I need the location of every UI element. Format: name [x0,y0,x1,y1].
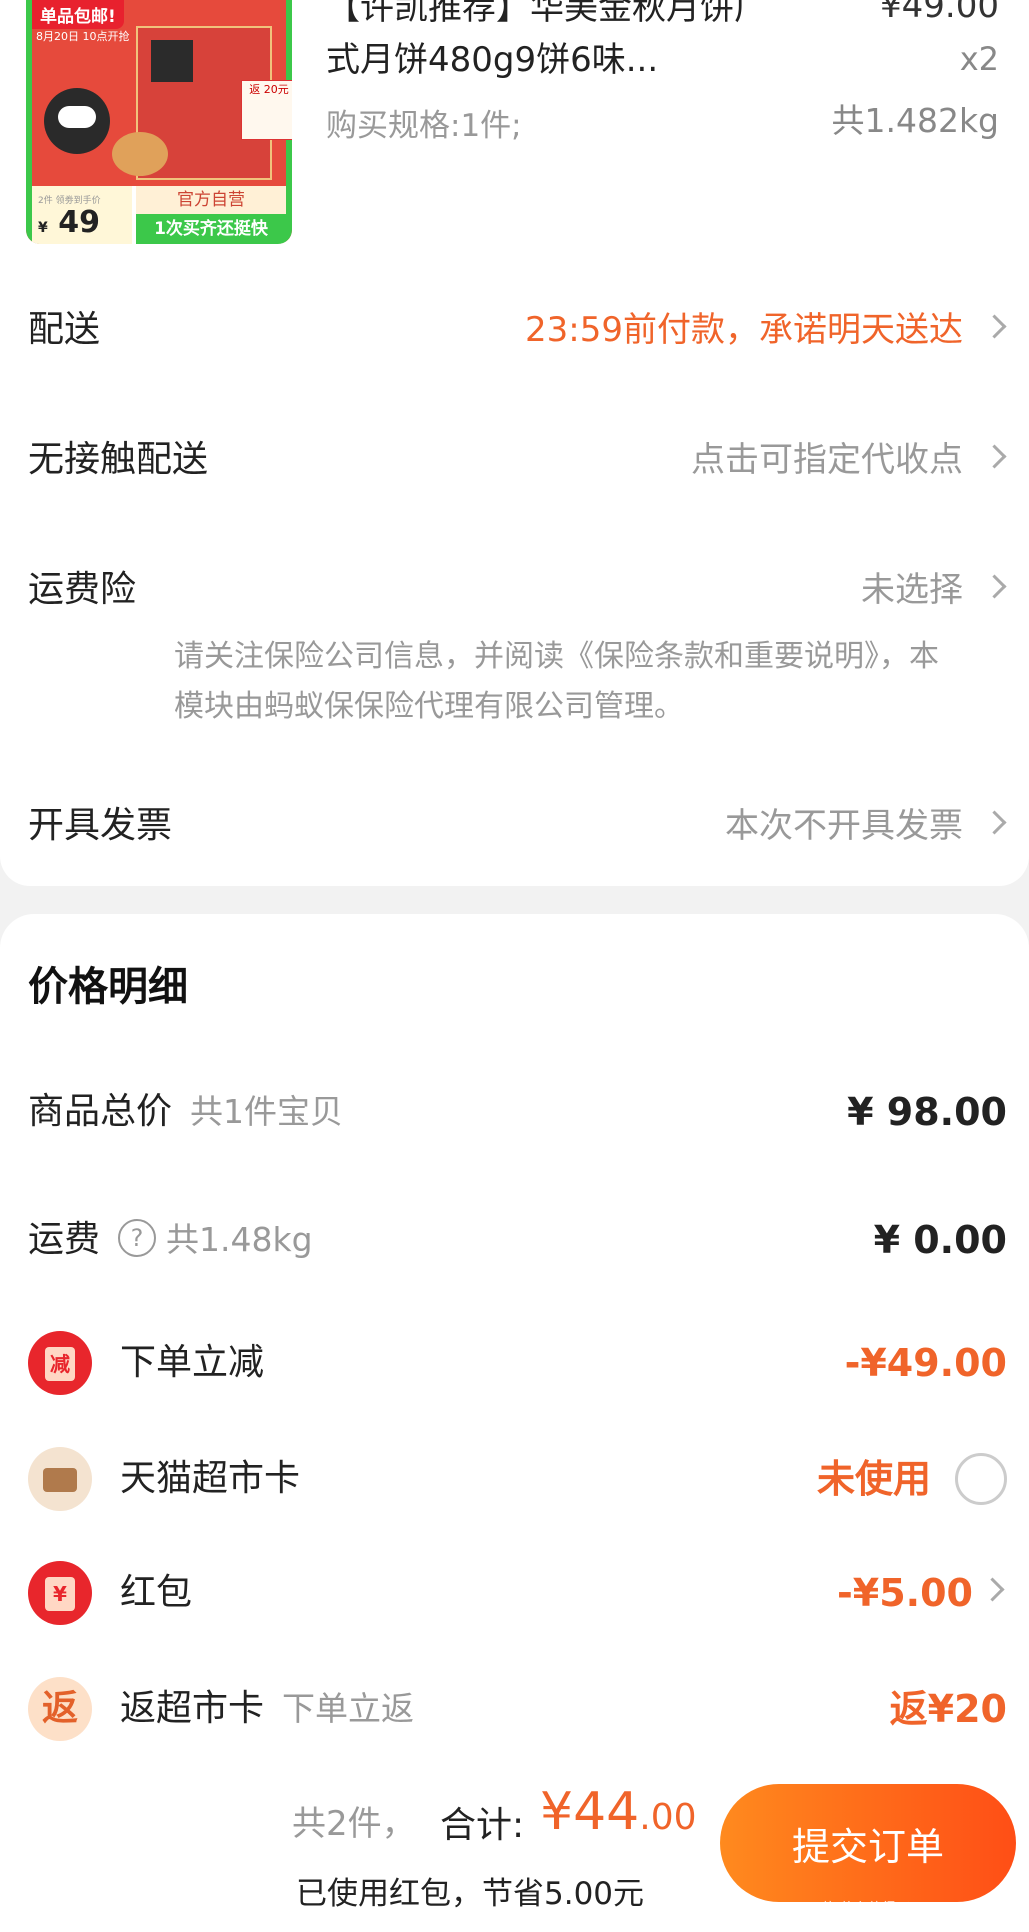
product-weight: 共1.482kg [831,101,999,140]
rebate-label: 返超市卡 下单立返 [120,1679,414,1739]
shipping-weight: 共1.48kg [166,1220,313,1259]
item-count: 共2件， [292,1804,416,1844]
delivery-label: 配送 [28,309,101,350]
free-shipping-tag: 单品包邮! [32,0,124,29]
rebate-row: 返 返超市卡 下单立返 返¥20 [28,1677,1007,1741]
total-integer: 44 [573,1782,640,1842]
savings-note: 已使用红包，节省5.00元 [296,1876,645,1912]
mooncake-image [112,132,168,176]
instant-discount-label: 下单立减 [120,1342,265,1383]
product-spec: 购买规格:1件; [326,108,522,144]
shipping-fee-text: 运费 [28,1219,101,1260]
goods-total-text: 商品总价 [28,1091,173,1132]
tmall-card-status: 未使用 [816,1457,931,1501]
watermark: 值 什么值得买 zhizhizhi.com [821,1901,1009,1917]
tmall-cat-icon [44,88,110,154]
insurance-value: 未选择 [861,570,963,610]
instant-discount-row: 减 下单立减 -¥49.00 [28,1331,1007,1395]
chevron-right-icon [982,314,1007,339]
thumbnail-price-value: 49 [58,205,100,240]
rebate-icon: 返 [28,1677,92,1741]
card-icon [28,1447,92,1511]
red-packet-label: 红包 [120,1572,193,1613]
chevron-right-icon [982,574,1007,599]
chevron-right-icon [980,1577,1005,1602]
total-amount: ¥44.00 [540,1782,697,1842]
red-packet-amount: -¥5.00 [837,1571,973,1615]
thumbnail-price: ¥ 49 [38,205,100,240]
fast-buy-label: 1次买齐还挺快 [136,214,286,244]
shipping-fee-label: 运费? 共1.48kg [28,1210,313,1270]
invoice-row[interactable]: 开具发票 本次不开具发票 [28,796,1007,856]
delivery-row[interactable]: 配送 23:59前付款，承诺明天送达 [28,300,1007,360]
discount-icon: 减 [28,1331,92,1395]
submit-order-button[interactable]: 提交订单 [720,1784,1016,1902]
tmall-card-radio[interactable] [955,1453,1007,1505]
red-packet-icon: ¥ [28,1561,92,1625]
goods-total-label: 商品总价 共1件宝贝 [28,1082,343,1142]
total-currency: ¥ [540,1782,574,1842]
brand-logo [151,40,193,82]
goods-total-count: 共1件宝贝 [190,1092,344,1131]
rebate-amount: 返¥20 [889,1687,1007,1731]
product-price: ¥49.00 [880,0,999,26]
instant-discount-amount: -¥49.00 [844,1341,1007,1385]
product-title[interactable]: 【许凯推荐】华美金秋月饼广式月饼480g9饼6味... [326,0,786,86]
order-options-card: 返 20元 单品包邮! 8月20日 10点开抢 2件 领劵到手价 ¥ 49 官方… [0,0,1029,886]
rebate-sub: 下单立返 [282,1689,415,1728]
official-store-label: 官方自营 [136,186,286,214]
product-thumbnail[interactable]: 返 20元 单品包邮! 8月20日 10点开抢 2件 领劵到手价 ¥ 49 官方… [26,0,292,244]
red-packet-row[interactable]: ¥ 红包 -¥5.00 [28,1561,1007,1625]
product-quantity: x2 [959,40,999,78]
shipping-fee-amount: ¥ 0.00 [873,1218,1007,1262]
price-detail-title: 价格明细 [28,964,188,1010]
total-decimal: .00 [639,1797,697,1838]
goods-total-row: 商品总价 共1件宝贝 ¥ 98.00 [28,1082,1007,1142]
invoice-label: 开具发票 [28,805,173,846]
insurance-label: 运费险 [28,569,137,610]
tmall-card-label: 天猫超市卡 [120,1458,301,1499]
checkout-bar: 共2件， 合计: ¥44.00 已使用红包，节省5.00元 提交订单 值 什么值… [0,1764,1029,1932]
shipping-insurance-row[interactable]: 运费险 未选择 [28,560,1007,620]
contactless-delivery-row[interactable]: 无接触配送 点击可指定代收点 [28,430,1007,490]
chevron-right-icon [982,444,1007,469]
thumbnail-coupon: 返 20元 [241,80,292,140]
shipping-fee-row: 运费? 共1.48kg ¥ 0.00 [28,1210,1007,1270]
contactless-label: 无接触配送 [28,439,209,480]
sale-time-tag: 8月20日 10点开抢 [36,30,130,43]
chevron-right-icon [982,810,1007,835]
tmall-card-row[interactable]: 天猫超市卡 未使用 [28,1447,1007,1511]
rebate-text: 返超市卡 [120,1688,265,1729]
total-label: 合计: [440,1805,525,1846]
goods-total-amount: ¥ 98.00 [847,1090,1007,1134]
insurance-note: 请关注保险公司信息，并阅读《保险条款和重要说明》，本模块由蚂蚁保保险代理有限公司… [174,639,939,724]
delivery-value: 23:59前付款，承诺明天送达 [525,310,963,350]
help-icon[interactable]: ? [118,1219,157,1257]
contactless-value: 点击可指定代收点 [691,440,963,480]
thumbnail-currency: ¥ [38,220,48,236]
invoice-value: 本次不开具发票 [725,806,963,846]
